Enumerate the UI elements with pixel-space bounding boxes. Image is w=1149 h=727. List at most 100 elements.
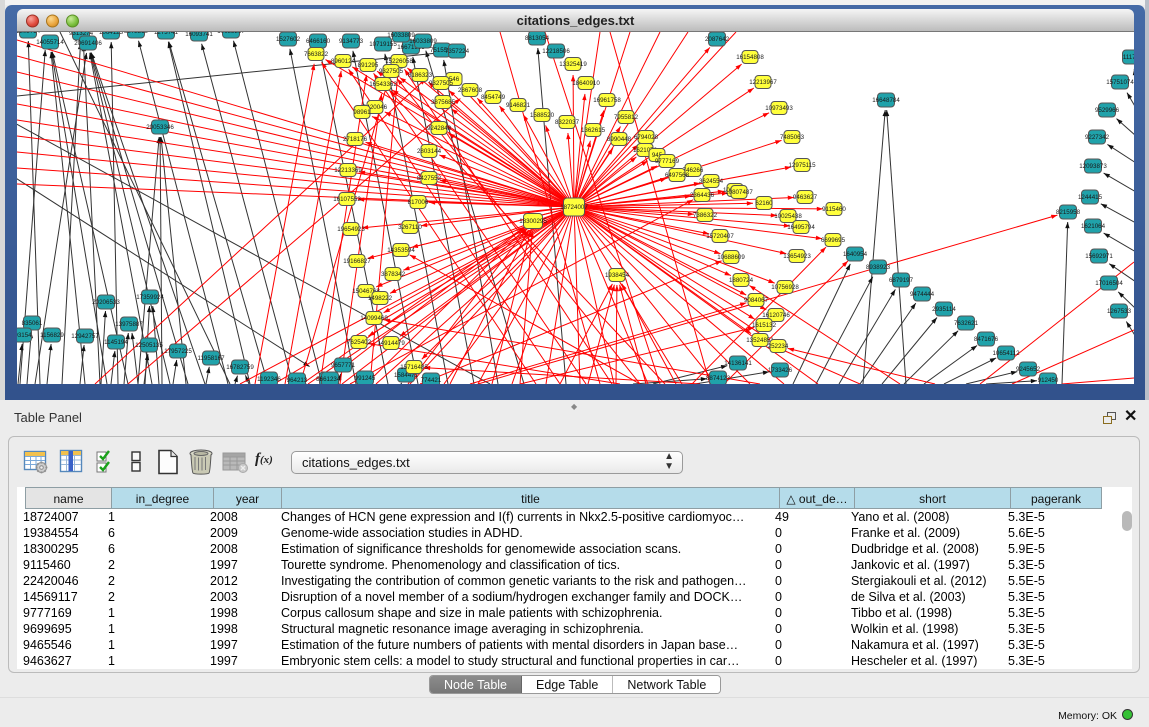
svg-text:3624554: 3624554 bbox=[699, 178, 724, 185]
svg-text:10807487: 10807487 bbox=[725, 189, 753, 196]
svg-text:7625402: 7625402 bbox=[347, 339, 372, 346]
svg-text:19166827: 19166827 bbox=[343, 258, 371, 265]
svg-text:1156829: 1156829 bbox=[40, 332, 64, 339]
svg-text:8990448: 8990448 bbox=[607, 136, 632, 143]
svg-text:18724007: 18724007 bbox=[560, 204, 588, 211]
svg-text:10756928: 10756928 bbox=[771, 284, 799, 291]
svg-text:16120746: 16120746 bbox=[762, 312, 790, 319]
svg-text:9657771: 9657771 bbox=[331, 362, 356, 369]
svg-text:9777169: 9777169 bbox=[655, 158, 680, 165]
svg-text:991245: 991245 bbox=[355, 375, 376, 382]
svg-text:16961758: 16961758 bbox=[593, 97, 621, 104]
svg-text:8454749: 8454749 bbox=[481, 94, 506, 101]
svg-text:16033809: 16033809 bbox=[409, 38, 437, 45]
svg-text:7357224: 7357224 bbox=[445, 48, 470, 55]
svg-text:14055714: 14055714 bbox=[36, 39, 64, 46]
svg-text:8813054: 8813054 bbox=[525, 35, 550, 42]
svg-text:20206533: 20206533 bbox=[92, 299, 120, 306]
svg-text:3878342: 3878342 bbox=[381, 271, 406, 278]
svg-text:1244415: 1244415 bbox=[1078, 194, 1103, 201]
svg-text:18640910: 18640910 bbox=[572, 80, 600, 87]
svg-text:11173: 11173 bbox=[1123, 54, 1134, 61]
svg-text:964213: 964213 bbox=[287, 377, 308, 384]
svg-text:1880724: 1880724 bbox=[729, 277, 754, 284]
svg-text:9146821: 9146821 bbox=[506, 102, 531, 109]
svg-text:10653267: 10653267 bbox=[217, 32, 245, 35]
svg-text:9115460: 9115460 bbox=[822, 206, 846, 213]
svg-text:93154: 93154 bbox=[17, 332, 32, 339]
svg-text:14099469: 14099469 bbox=[360, 315, 388, 322]
svg-text:17016504: 17016504 bbox=[1095, 280, 1123, 287]
svg-text:9327505: 9327505 bbox=[379, 68, 404, 75]
svg-text:12093873: 12093873 bbox=[1079, 163, 1107, 170]
svg-text:8938923: 8938923 bbox=[866, 264, 891, 271]
svg-text:912450: 912450 bbox=[1038, 377, 1059, 384]
svg-text:12942757: 12942757 bbox=[71, 333, 99, 340]
svg-text:16093741: 16093741 bbox=[185, 32, 213, 38]
svg-text:1588520: 1588520 bbox=[530, 112, 555, 119]
svg-text:252234: 252234 bbox=[768, 343, 789, 350]
svg-text:15692971: 15692971 bbox=[1085, 253, 1113, 260]
svg-text:6497568: 6497568 bbox=[665, 172, 690, 179]
svg-text:16107553: 16107553 bbox=[333, 196, 361, 203]
svg-text:10688609: 10688609 bbox=[717, 254, 745, 261]
svg-text:835061: 835061 bbox=[22, 320, 43, 327]
svg-text:14914479: 14914479 bbox=[377, 340, 405, 347]
svg-text:2803144: 2803144 bbox=[417, 148, 442, 155]
svg-text:1267533: 1267533 bbox=[1107, 308, 1132, 315]
svg-text:12218506: 12218506 bbox=[542, 48, 570, 55]
svg-text:2364436: 2364436 bbox=[690, 192, 715, 199]
svg-text:1273741: 1273741 bbox=[154, 32, 179, 36]
svg-text:9245652: 9245652 bbox=[1016, 366, 1041, 373]
svg-text:891295: 891295 bbox=[358, 62, 379, 69]
svg-text:17359924: 17359924 bbox=[136, 294, 164, 301]
svg-text:13325419: 13325419 bbox=[559, 61, 587, 68]
svg-text:12213369: 12213369 bbox=[334, 167, 362, 174]
svg-text:10719155: 10719155 bbox=[369, 41, 397, 48]
svg-text:11958167: 11958167 bbox=[197, 355, 225, 362]
svg-text:2935114: 2935114 bbox=[932, 306, 956, 313]
svg-text:16648784: 16648784 bbox=[872, 97, 900, 104]
svg-text:7955812: 7955812 bbox=[614, 114, 639, 121]
svg-text:15226058: 15226058 bbox=[385, 58, 413, 65]
svg-text:1527602: 1527602 bbox=[276, 36, 301, 43]
svg-text:8427552: 8427552 bbox=[417, 175, 442, 182]
svg-text:8471676: 8471676 bbox=[974, 336, 999, 343]
svg-text:19654923: 19654923 bbox=[337, 226, 365, 233]
svg-text:6466160: 6466160 bbox=[306, 38, 331, 45]
svg-text:9474444: 9474444 bbox=[910, 291, 935, 298]
svg-text:7632621: 7632621 bbox=[954, 320, 979, 327]
svg-text:9227342: 9227342 bbox=[1085, 134, 1110, 141]
svg-text:7663822: 7663822 bbox=[304, 51, 329, 58]
svg-text:1615132: 1615132 bbox=[752, 322, 777, 329]
svg-text:16154808: 16154808 bbox=[736, 54, 764, 61]
svg-text:1938454: 1938454 bbox=[605, 272, 630, 279]
svg-text:12505135: 12505135 bbox=[135, 342, 163, 349]
svg-text:661234: 661234 bbox=[320, 376, 341, 383]
svg-text:8322037: 8322037 bbox=[555, 119, 580, 126]
svg-text:15716485: 15716485 bbox=[400, 364, 428, 371]
svg-text:13654923: 13654923 bbox=[783, 253, 811, 260]
svg-text:9463627: 9463627 bbox=[793, 194, 818, 201]
svg-text:16543362: 16543362 bbox=[369, 81, 397, 88]
svg-text:1145194: 1145194 bbox=[104, 339, 128, 346]
svg-text:14353594: 14353594 bbox=[387, 247, 415, 254]
svg-text:20691406: 20691406 bbox=[74, 40, 102, 47]
svg-text:1733426: 1733426 bbox=[768, 367, 793, 374]
svg-text:7485063: 7485063 bbox=[780, 134, 805, 141]
svg-text:18300295: 18300295 bbox=[519, 218, 547, 225]
svg-text:14136141: 14136141 bbox=[724, 360, 752, 367]
svg-text:2718176: 2718176 bbox=[343, 136, 368, 143]
svg-text:10654112: 10654112 bbox=[992, 350, 1020, 357]
svg-text:1192346: 1192346 bbox=[257, 376, 281, 383]
svg-text:1640954: 1640954 bbox=[843, 251, 868, 258]
svg-text:1362615: 1362615 bbox=[581, 127, 606, 134]
svg-text:10025438: 10025438 bbox=[774, 213, 802, 220]
svg-text:9529966: 9529966 bbox=[1095, 107, 1120, 114]
svg-text:62160: 62160 bbox=[755, 200, 773, 207]
svg-text:20053346: 20053346 bbox=[146, 124, 174, 131]
svg-text:1621064: 1621064 bbox=[1081, 223, 1106, 230]
svg-text:9134773: 9134773 bbox=[339, 38, 364, 45]
svg-text:13975887: 13975887 bbox=[115, 321, 143, 328]
svg-text:9242848: 9242848 bbox=[427, 125, 452, 132]
